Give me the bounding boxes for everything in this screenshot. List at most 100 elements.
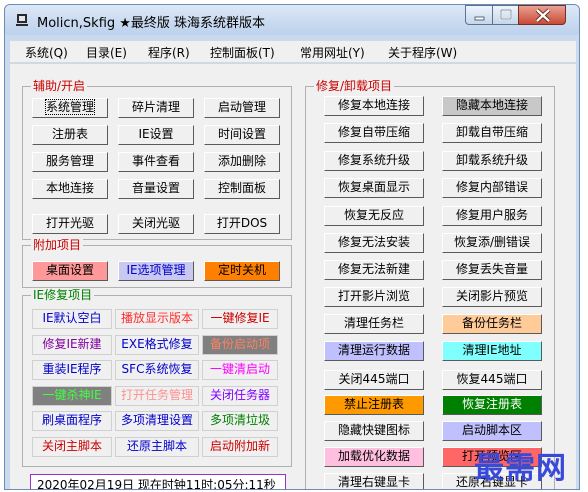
repair-button[interactable]: 修复本地连接 bbox=[324, 96, 424, 116]
assist-button-label: 关闭光驱 bbox=[131, 216, 180, 230]
repair-button[interactable]: 恢复445端口 bbox=[442, 370, 542, 390]
repair-button[interactable]: 修复无法新建 bbox=[324, 260, 424, 280]
repair-button[interactable]: 修复内部错误 bbox=[442, 178, 542, 198]
repair-button-label: 清理IE地址 bbox=[462, 343, 522, 357]
repair-button-label: 恢复添/删错误 bbox=[453, 235, 531, 249]
ie-repair-button[interactable]: 启动附加新 bbox=[202, 437, 278, 457]
ie-repair-button[interactable]: 修复IE新建 bbox=[32, 335, 112, 355]
assist-button[interactable]: 事件查看 bbox=[118, 152, 194, 172]
ie-repair-button-label: 重装IE程序 bbox=[42, 362, 102, 376]
assist-button[interactable]: 关闭光驱 bbox=[118, 214, 194, 234]
addon-button[interactable]: 定时关机 bbox=[204, 261, 280, 281]
minimize-icon bbox=[474, 16, 485, 21]
repair-button[interactable]: 恢复添/删错误 bbox=[442, 233, 542, 253]
maximize-button[interactable] bbox=[492, 5, 519, 25]
ie-repair-button[interactable]: 关闭任务器 bbox=[202, 386, 278, 406]
minimize-button[interactable] bbox=[465, 5, 493, 25]
menu-directory[interactable]: 目录(E) bbox=[86, 44, 127, 61]
repair-button-label: 清理任务栏 bbox=[343, 316, 404, 330]
assist-button-label: 事件查看 bbox=[131, 154, 180, 168]
repair-button[interactable]: 修复无法安装 bbox=[324, 233, 424, 253]
assist-button[interactable]: 启动管理 bbox=[204, 98, 280, 118]
repair-button-label: 关闭影片预览 bbox=[455, 289, 528, 303]
repair-button[interactable]: 修复系统升级 bbox=[324, 151, 424, 171]
ie-repair-button[interactable]: EXE格式修复 bbox=[115, 335, 199, 355]
menu-system[interactable]: 系统(Q) bbox=[25, 44, 68, 61]
assist-button[interactable]: 控制面板 bbox=[204, 179, 280, 199]
app-icon bbox=[16, 14, 28, 26]
repair-button[interactable]: 启动脚本区 bbox=[442, 421, 542, 441]
repair-button[interactable]: 恢复无反应 bbox=[324, 206, 424, 226]
repair-button[interactable]: 卸载自带压缩 bbox=[442, 123, 542, 143]
repair-button[interactable]: 修复丢失音量 bbox=[442, 260, 542, 280]
ie-repair-button-label: SFC系统恢复 bbox=[121, 362, 193, 376]
repair-button[interactable]: 清理任务栏 bbox=[324, 314, 424, 334]
repair-button-label: 卸载系统升级 bbox=[455, 153, 528, 167]
assist-button[interactable]: 打开光驱 bbox=[32, 214, 108, 234]
repair-button[interactable]: 卸载系统升级 bbox=[442, 151, 542, 171]
repair-button[interactable]: 清理运行数据 bbox=[324, 341, 424, 361]
repair-button-label: 恢复无反应 bbox=[343, 208, 404, 222]
menu-common-urls[interactable]: 常用网址(Y) bbox=[300, 44, 365, 61]
repair-button[interactable]: 清理IE地址 bbox=[442, 341, 542, 361]
assist-button[interactable]: 时间设置 bbox=[204, 125, 280, 145]
repair-button[interactable]: 关闭445端口 bbox=[324, 370, 424, 390]
repair-button[interactable]: 恢复注册表 bbox=[442, 395, 542, 415]
ie-repair-button[interactable]: 多项清理设置 bbox=[115, 411, 199, 431]
ie-repair-button[interactable]: 刷桌面程序 bbox=[32, 411, 112, 431]
menu-control-panel[interactable]: 控制面板(T) bbox=[210, 44, 275, 61]
assist-button[interactable]: 注册表 bbox=[32, 125, 108, 145]
ie-repair-button[interactable]: 备份启动项 bbox=[202, 335, 278, 355]
repair-button[interactable]: 加载优化数据 bbox=[324, 447, 424, 467]
addon-button-label: 桌面设置 bbox=[45, 263, 94, 277]
assist-button[interactable]: 打开DOS bbox=[204, 214, 280, 234]
ie-repair-button[interactable]: IE默认空白 bbox=[32, 309, 112, 329]
close-button[interactable] bbox=[518, 5, 566, 25]
ie-repair-button[interactable]: 还原主脚本 bbox=[115, 437, 199, 457]
repair-button[interactable]: 关闭影片预览 bbox=[442, 287, 542, 307]
assist-button[interactable]: 服务管理 bbox=[32, 152, 108, 172]
repair-button-label: 关闭445端口 bbox=[338, 372, 410, 386]
assist-button[interactable]: IE设置 bbox=[118, 125, 194, 145]
ie-repair-button[interactable]: 打开任务管理 bbox=[115, 386, 199, 406]
assist-button[interactable]: 添加删除 bbox=[204, 152, 280, 172]
repair-button-label: 卸载自带压缩 bbox=[455, 125, 528, 139]
ie-repair-button-label: EXE格式修复 bbox=[121, 337, 193, 351]
assist-button[interactable]: 本地连接 bbox=[32, 179, 108, 199]
repair-button[interactable]: 修复自带压缩 bbox=[324, 123, 424, 143]
repair-button[interactable]: 打开影片浏览 bbox=[324, 287, 424, 307]
ie-repair-button[interactable]: 一键修复IE bbox=[202, 309, 278, 329]
addon-button[interactable]: 桌面设置 bbox=[32, 261, 108, 281]
ie-repair-button[interactable]: 播放显示版本 bbox=[115, 309, 199, 329]
repair-button[interactable]: 禁止注册表 bbox=[324, 395, 424, 415]
assist-button[interactable]: 系统管理 bbox=[32, 98, 108, 118]
repair-button-label: 修复内部错误 bbox=[455, 180, 528, 194]
assist-group-title: 辅助/开启 bbox=[31, 79, 88, 93]
repair-button[interactable]: 恢复桌面显示 bbox=[324, 178, 424, 198]
ie-repair-button[interactable]: 多项清垃圾 bbox=[202, 411, 278, 431]
menu-programs[interactable]: 程序(R) bbox=[148, 44, 190, 61]
ie-repair-button[interactable]: 重装IE程序 bbox=[32, 360, 112, 380]
addon-button[interactable]: IE选项管理 bbox=[118, 261, 194, 281]
assist-button[interactable]: 音量设置 bbox=[118, 179, 194, 199]
repair-button[interactable]: 隐藏本地连接 bbox=[442, 96, 542, 116]
watermark: 最需网 bbox=[474, 451, 567, 486]
ie-repair-button-label: 一键清启动 bbox=[209, 362, 270, 376]
menu-bar: 系统(Q) 目录(E) 程序(R) 控制面板(T) 常用网址(Y) 关于程序(W… bbox=[10, 41, 576, 63]
assist-button-label: 碎片清理 bbox=[131, 100, 180, 114]
repair-button[interactable]: 隐藏快键图标 bbox=[324, 421, 424, 441]
repair-button-label: 恢复桌面显示 bbox=[337, 180, 410, 194]
menu-about[interactable]: 关于程序(W) bbox=[388, 44, 457, 61]
title-bar[interactable]: Molicn,Skfig ★最终版 珠海系统群版本 bbox=[5, 5, 579, 35]
ie-repair-button[interactable]: 一键杀神IE bbox=[32, 386, 112, 406]
ie-repair-button-label: 一键修复IE bbox=[210, 311, 270, 325]
addon-button-label: IE选项管理 bbox=[126, 263, 186, 277]
ie-repair-button[interactable]: 关闭主脚本 bbox=[32, 437, 112, 457]
repair-button[interactable]: 备份任务栏 bbox=[442, 314, 542, 334]
assist-button[interactable]: 碎片清理 bbox=[118, 98, 194, 118]
ie-repair-button[interactable]: 一键清启动 bbox=[202, 360, 278, 380]
repair-button[interactable]: 清理右键显卡 bbox=[324, 473, 424, 489]
ie-repair-button[interactable]: SFC系统恢复 bbox=[115, 360, 199, 380]
repair-button[interactable]: 修复用户服务 bbox=[442, 206, 542, 226]
assist-button-label: 控制面板 bbox=[217, 181, 266, 195]
